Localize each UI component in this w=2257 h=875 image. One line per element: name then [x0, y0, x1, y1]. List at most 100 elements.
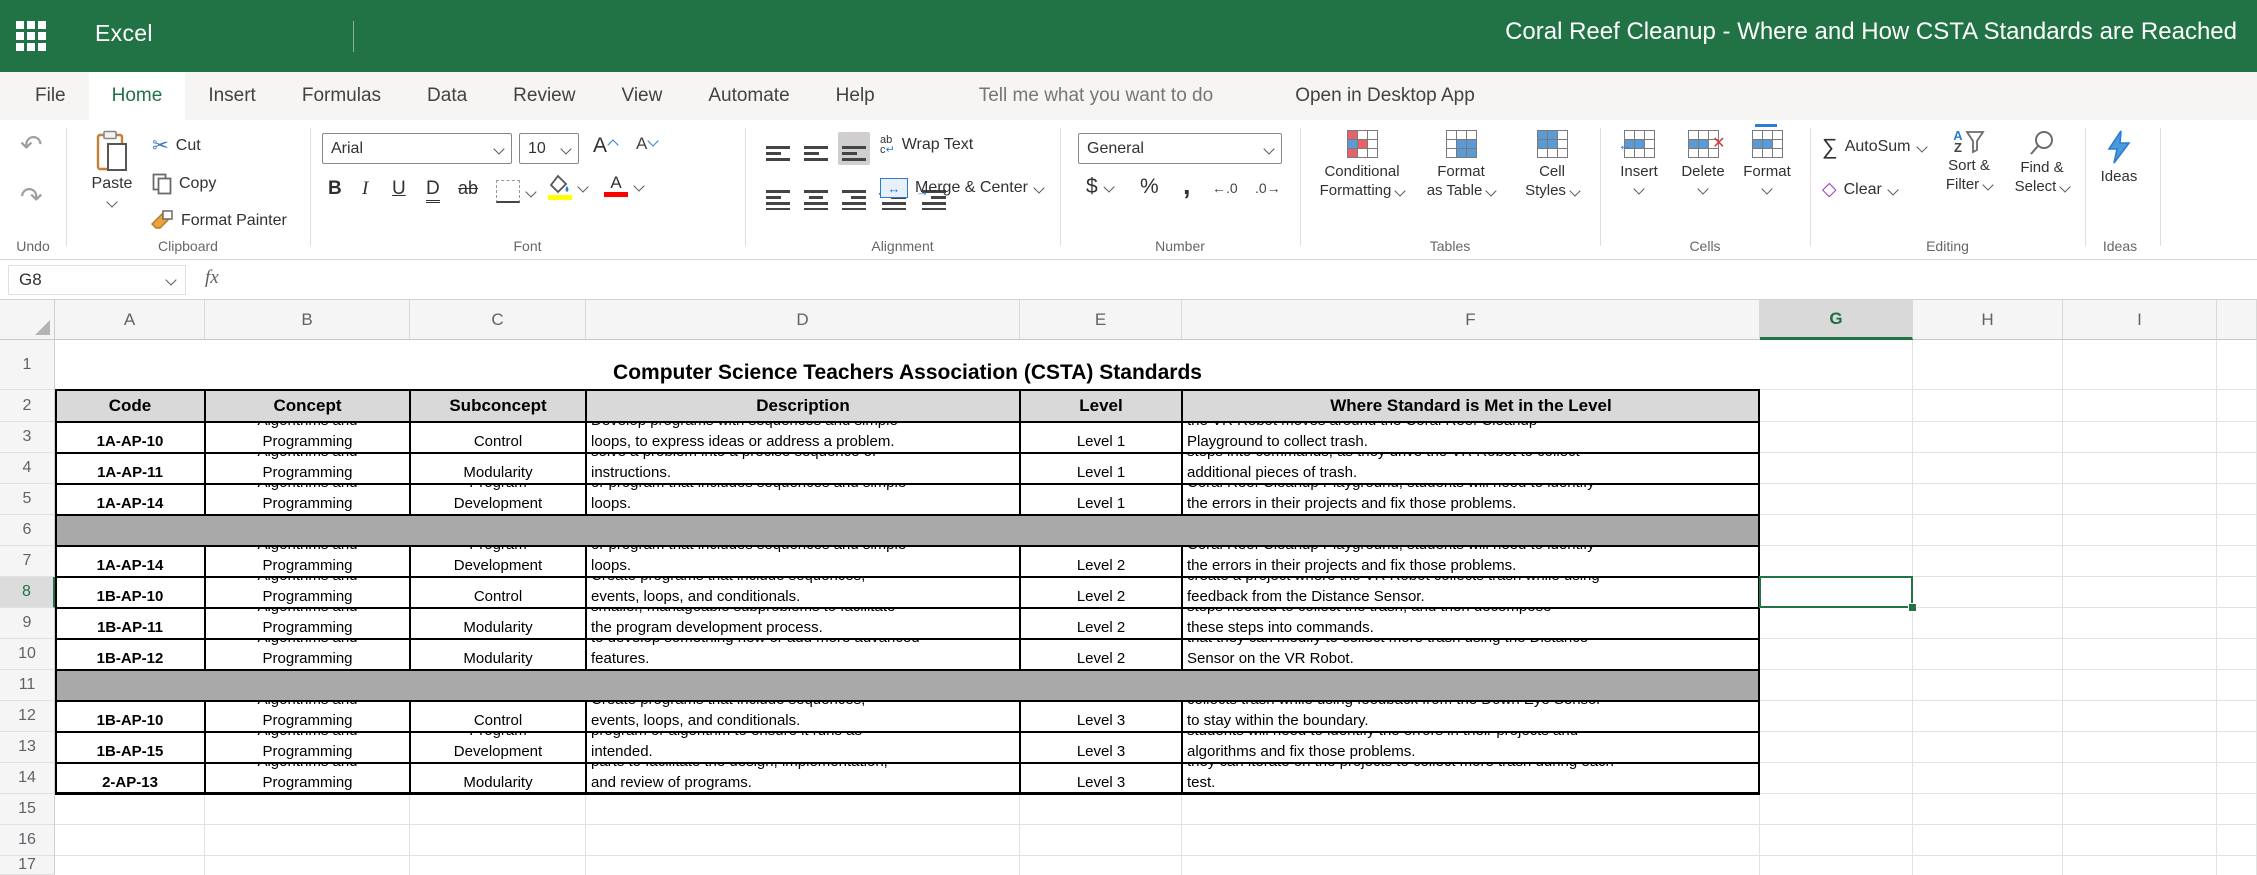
separator-row-6[interactable]	[55, 515, 1760, 546]
header-cell-where-standard-is-met-in-the-level[interactable]: Where Standard is Met in the Level	[1182, 390, 1760, 422]
cell-A14[interactable]: 2-AP-13	[55, 763, 205, 794]
grow-font-button[interactable]: A	[593, 134, 617, 158]
cell-F12[interactable]: collects trash while using feedback from…	[1182, 701, 1760, 732]
merge-center-button[interactable]: ↔ Merge & Center	[880, 178, 1043, 198]
paste-button[interactable]: Paste	[82, 130, 142, 206]
cell-B9[interactable]: Algorithms andProgramming	[205, 608, 410, 639]
row-header-9[interactable]: 9	[0, 608, 55, 639]
row-header-15[interactable]: 15	[0, 794, 55, 825]
fill-color-button[interactable]	[548, 174, 587, 200]
cell-F13[interactable]: students will need to identify the error…	[1182, 732, 1760, 763]
menu-home[interactable]: Home	[89, 72, 186, 120]
percent-button[interactable]: %	[1140, 175, 1159, 199]
underline-button[interactable]: U	[392, 178, 406, 200]
cell-C3[interactable]: Control	[410, 422, 586, 453]
row-header-4[interactable]: 4	[0, 453, 55, 484]
cell-E7[interactable]: Level 2	[1020, 546, 1182, 577]
cell-A4[interactable]: 1A-AP-11	[55, 453, 205, 484]
double-underline-button[interactable]: D	[426, 178, 440, 203]
delete-cells-button[interactable]: ✕ Delete	[1672, 130, 1734, 193]
column-header-C[interactable]: C	[410, 300, 586, 340]
cell-E10[interactable]: Level 2	[1020, 639, 1182, 670]
insert-cells-button[interactable]: ← Insert	[1608, 130, 1670, 193]
cell-B4[interactable]: Algorithms andProgramming	[205, 453, 410, 484]
cell-E9[interactable]: Level 2	[1020, 608, 1182, 639]
cell-A12[interactable]: 1B-AP-10	[55, 701, 205, 732]
cell-A13[interactable]: 1B-AP-15	[55, 732, 205, 763]
cell-A10[interactable]: 1B-AP-12	[55, 639, 205, 670]
row-header-12[interactable]: 12	[0, 701, 55, 732]
italic-button[interactable]: I	[362, 178, 368, 200]
header-cell-subconcept[interactable]: Subconcept	[410, 390, 586, 422]
row-header-5[interactable]: 5	[0, 484, 55, 515]
column-header-B[interactable]: B	[205, 300, 410, 340]
row-header-1[interactable]: 1	[0, 340, 55, 390]
cell-E8[interactable]: Level 2	[1020, 577, 1182, 608]
cell-F14[interactable]: they can iterate on the projects to coll…	[1182, 763, 1760, 794]
cell-E14[interactable]: Level 3	[1020, 763, 1182, 794]
cell-D5[interactable]: or program that includes sequences and s…	[586, 484, 1020, 515]
separator-row-11[interactable]	[55, 670, 1760, 701]
cell-F7[interactable]: Coral Reef Cleanup Playground, students …	[1182, 546, 1760, 577]
currency-button[interactable]: $	[1086, 175, 1113, 199]
row-header-17[interactable]: 17	[0, 856, 55, 875]
align-bottom-button[interactable]	[838, 132, 870, 165]
open-in-desktop-button[interactable]: Open in Desktop App	[1272, 72, 1498, 120]
borders-button[interactable]	[496, 180, 535, 203]
cell-F8[interactable]: create a project where the VR Robot coll…	[1182, 577, 1760, 608]
cell-D3[interactable]: Develop programs with sequences and simp…	[586, 422, 1020, 453]
cell-A3[interactable]: 1A-AP-10	[55, 422, 205, 453]
sort-filter-button[interactable]: AZ Sort & Filter	[1934, 130, 2004, 194]
font-family-select[interactable]: Arial	[322, 133, 512, 164]
find-select-button[interactable]: Find & Select	[2006, 130, 2078, 196]
header-cell-level[interactable]: Level	[1020, 390, 1182, 422]
row-header-3[interactable]: 3	[0, 422, 55, 453]
cell-F4[interactable]: steps into commands, as they drive the V…	[1182, 453, 1760, 484]
fx-icon[interactable]: fx	[205, 267, 219, 289]
align-middle-button[interactable]	[800, 132, 832, 165]
strikethrough-button[interactable]: ab	[458, 178, 478, 199]
row-header-16[interactable]: 16	[0, 825, 55, 856]
cell-D8[interactable]: Create programs that include sequences,e…	[586, 577, 1020, 608]
column-header-A[interactable]: A	[55, 300, 205, 340]
cell-B10[interactable]: Algorithms andProgramming	[205, 639, 410, 670]
column-header-D[interactable]: D	[586, 300, 1020, 340]
cell-D10[interactable]: to develop something new or add more adv…	[586, 639, 1020, 670]
align-center-button[interactable]	[800, 176, 832, 214]
column-header-H[interactable]: H	[1913, 300, 2063, 340]
select-all-button[interactable]	[0, 300, 55, 340]
format-cells-button[interactable]: Format	[1736, 130, 1798, 193]
cell-D13[interactable]: program or algorithm to ensure it runs a…	[586, 732, 1020, 763]
bold-button[interactable]: B	[328, 178, 342, 200]
row-header-13[interactable]: 13	[0, 732, 55, 763]
row-header-10[interactable]: 10	[0, 639, 55, 670]
cell-F5[interactable]: Coral Reef Cleanup Playground, students …	[1182, 484, 1760, 515]
cell-C12[interactable]: Control	[410, 701, 586, 732]
cell-A9[interactable]: 1B-AP-11	[55, 608, 205, 639]
column-header-blank[interactable]	[2217, 300, 2257, 340]
row-header-8[interactable]: 8	[0, 577, 55, 608]
name-box[interactable]: G8	[8, 265, 186, 295]
font-color-button[interactable]: A	[604, 174, 643, 197]
cell-E13[interactable]: Level 3	[1020, 732, 1182, 763]
header-cell-description[interactable]: Description	[586, 390, 1020, 422]
sheet-title-cell[interactable]: Computer Science Teachers Association (C…	[55, 340, 1760, 390]
cell-E12[interactable]: Level 3	[1020, 701, 1182, 732]
shrink-font-button[interactable]: A	[636, 134, 657, 154]
cell-C8[interactable]: Control	[410, 577, 586, 608]
cell-C9[interactable]: Modularity	[410, 608, 586, 639]
cell-D7[interactable]: or program that includes sequences and s…	[586, 546, 1020, 577]
cell-C14[interactable]: Modularity	[410, 763, 586, 794]
menu-formulas[interactable]: Formulas	[279, 72, 404, 120]
cell-B13[interactable]: Algorithms andProgramming	[205, 732, 410, 763]
menu-review[interactable]: Review	[490, 72, 598, 120]
row-header-7[interactable]: 7	[0, 546, 55, 577]
cell-styles-button[interactable]: Cell Styles	[1512, 130, 1592, 200]
row-header-14[interactable]: 14	[0, 763, 55, 794]
column-header-F[interactable]: F	[1182, 300, 1760, 340]
cell-D14[interactable]: parts to facilitate the design, implemen…	[586, 763, 1020, 794]
cell-C13[interactable]: ProgramDevelopment	[410, 732, 586, 763]
align-left-button[interactable]	[762, 176, 794, 214]
cell-A7[interactable]: 1A-AP-14	[55, 546, 205, 577]
cell-B12[interactable]: Algorithms andProgramming	[205, 701, 410, 732]
